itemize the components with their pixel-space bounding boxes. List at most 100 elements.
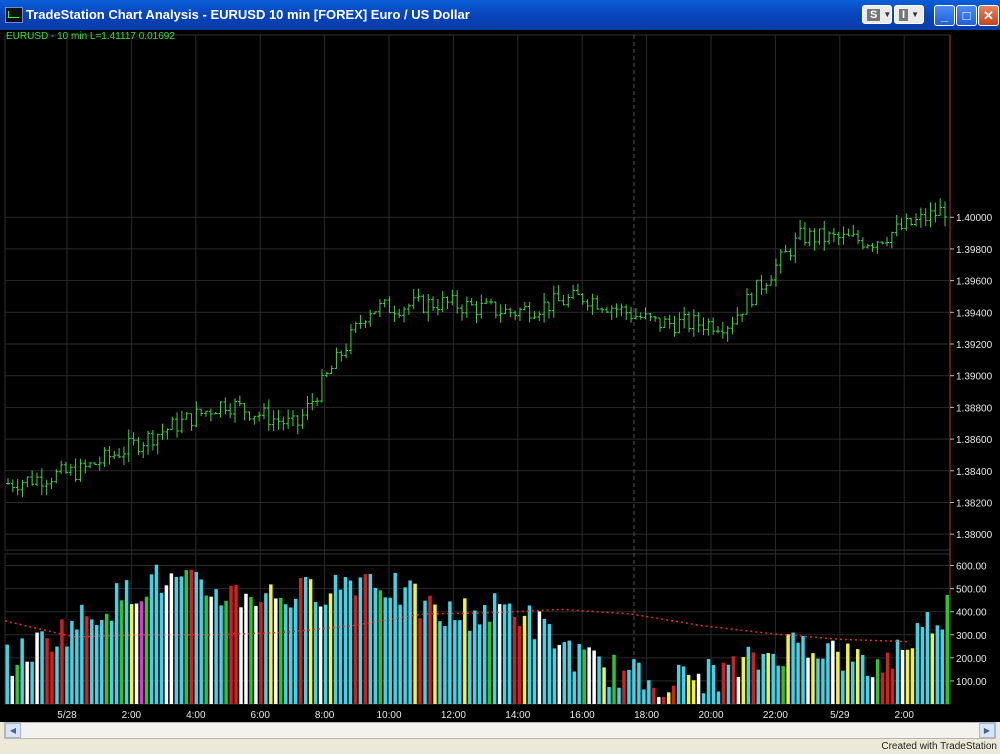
time-axis-label: 8:00 (315, 710, 335, 721)
time-axis-label: 5/28 (57, 710, 77, 721)
volume-bar (413, 583, 417, 704)
window-title: TradeStation Chart Analysis - EURUSD 10 … (26, 7, 470, 22)
symbol-label: EURUSD - 10 min L=1.41117 0.01692 (6, 31, 175, 42)
volume-bar (492, 593, 497, 704)
price-axis-label: 1.40000 (956, 213, 993, 224)
scroll-right-button[interactable]: ▶ (979, 723, 995, 738)
volume-axis-label: 100.00 (956, 677, 987, 688)
volume-bar (303, 576, 308, 704)
volume-axis-label: 200.00 (956, 654, 987, 665)
volume-bar (55, 646, 59, 704)
volume-bar (662, 697, 666, 704)
volume-bar (910, 648, 915, 704)
price-axis-label: 1.38400 (956, 467, 993, 478)
volume-bar (40, 631, 44, 704)
price-axis-label: 1.39200 (956, 340, 993, 351)
time-axis-label: 12:00 (441, 710, 466, 721)
volume-bar (562, 642, 567, 704)
volume-bar (597, 656, 601, 704)
volume-bar (895, 639, 900, 704)
volume-bar (637, 662, 641, 704)
time-axis-label: 6:00 (250, 710, 270, 721)
volume-bar (671, 685, 676, 704)
volume-bar (572, 671, 576, 704)
close-button[interactable]: ✕ (978, 5, 999, 26)
volume-bar (129, 604, 134, 704)
volume-bar (408, 580, 412, 704)
volume-bar (796, 642, 800, 704)
volume-bar (473, 610, 477, 704)
volume-bar (368, 574, 373, 704)
volume-bar (542, 618, 547, 704)
volume-bar (50, 651, 54, 704)
volume-bar (403, 587, 407, 704)
volume-bar (119, 600, 124, 704)
volume-bar (443, 626, 447, 704)
volume-bar (846, 643, 850, 704)
style-dropdown-button[interactable]: S ▼ (862, 5, 892, 24)
volume-bar (537, 611, 542, 704)
volume-bar (726, 664, 731, 704)
volume-bar (711, 664, 716, 704)
volume-bar (343, 577, 348, 704)
volume-bar (109, 620, 114, 704)
volume-bar (761, 653, 765, 704)
volume-bar (179, 576, 184, 704)
maximize-button[interactable]: □ (956, 5, 977, 26)
volume-bar (30, 661, 34, 704)
title-bar: TradeStation Chart Analysis - EURUSD 10 … (0, 0, 1000, 30)
volume-bar (831, 640, 835, 704)
horizontal-scrollbar[interactable]: ◀ ▶ (4, 722, 996, 739)
volume-bar (204, 595, 208, 704)
indicator-letter: I (899, 8, 909, 21)
volume-bar (826, 643, 830, 704)
volume-bar (841, 670, 845, 704)
volume-bar (811, 653, 815, 704)
volume-bar (487, 621, 492, 704)
volume-bar (900, 649, 905, 704)
scroll-left-button[interactable]: ◀ (5, 723, 21, 738)
volume-bar (920, 627, 925, 704)
footer-credit: Created with TradeStation (881, 741, 997, 752)
volume-bar (348, 580, 353, 704)
volume-bar (418, 618, 422, 704)
volume-bar (388, 597, 392, 704)
volume-bar (607, 687, 611, 704)
minimize-button[interactable]: _ (934, 5, 955, 26)
volume-bar (15, 664, 19, 704)
volume-bar (691, 680, 696, 704)
time-axis-label: 16:00 (570, 710, 595, 721)
chart-svg: 1.40000 1.39800 1.39600 1.39400 1.39200 1.390… (4, 34, 993, 721)
chart-area[interactable]: 1.40000 1.39800 1.39600 1.39400 1.39200 1.390… (0, 30, 1000, 722)
volume-bar (875, 659, 880, 704)
volume-bar (433, 604, 437, 704)
volume-bar (318, 606, 323, 704)
volume-bar (771, 653, 775, 704)
volume-bar (478, 624, 482, 704)
volume-bar (667, 692, 671, 704)
volume-bar (244, 593, 248, 704)
volume-bar (602, 667, 606, 704)
volume-bar (199, 579, 203, 704)
price-axis-label: 1.39000 (956, 372, 993, 383)
volume-bar (234, 584, 238, 704)
time-axis-label: 5/29 (830, 710, 850, 721)
volume-axis-label: 400.00 (956, 608, 987, 619)
volume-bar (458, 620, 462, 704)
indicator-dropdown-button[interactable]: I ▼ (894, 5, 924, 24)
volume-axis-label: 600.00 (956, 562, 987, 573)
volume-bar (517, 625, 522, 704)
volume-bar (114, 583, 119, 704)
volume-bar (428, 595, 432, 704)
volume-bar (532, 639, 537, 704)
chart-app-icon (5, 7, 23, 23)
volume-bar (378, 590, 382, 704)
volume-bar (224, 600, 228, 704)
volume-bar (75, 629, 79, 704)
volume-bar (189, 569, 193, 704)
volume-bar (468, 630, 472, 704)
volume-bar (154, 564, 159, 704)
volume-bar (95, 624, 99, 704)
volume-bar (701, 693, 706, 704)
volume-bar (438, 621, 442, 704)
